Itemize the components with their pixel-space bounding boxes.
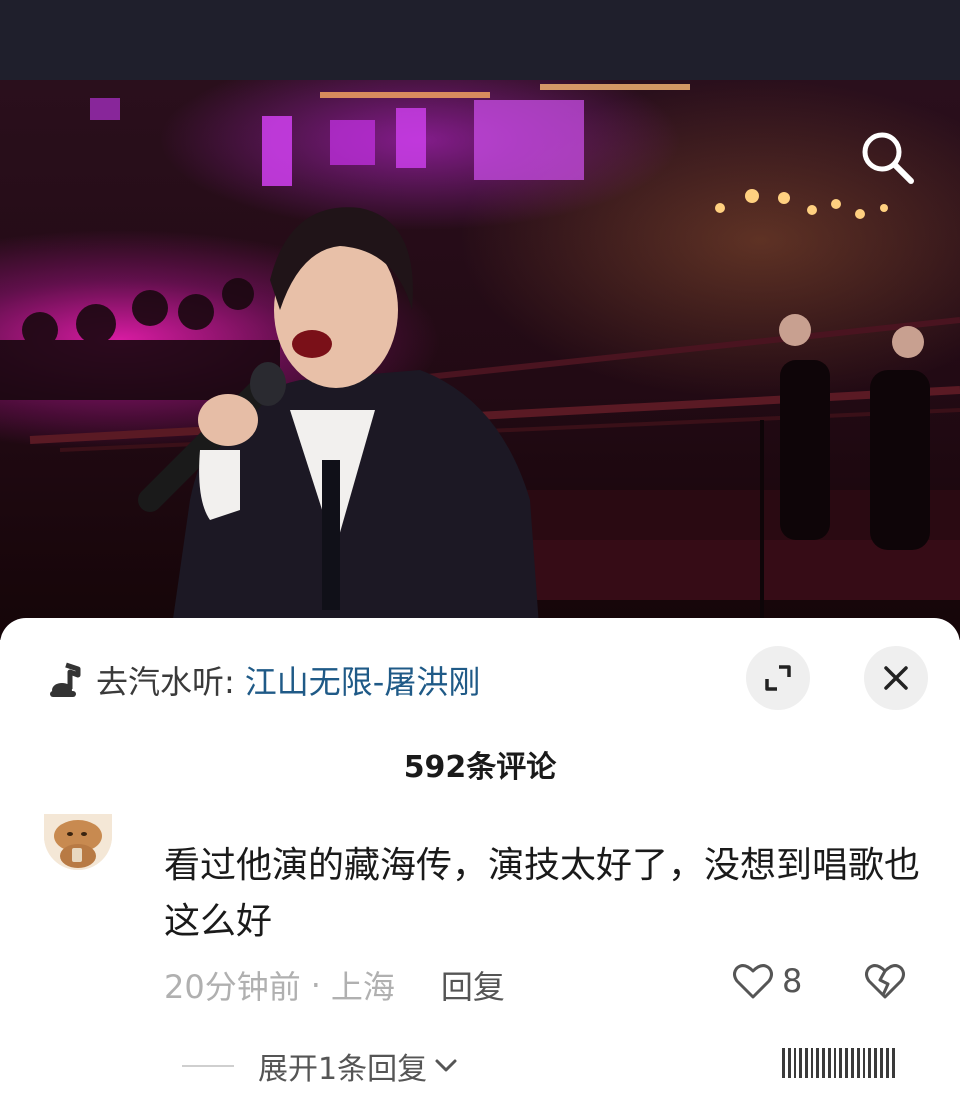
song-link[interactable]: 江山无限-屠洪刚 (245, 657, 481, 703)
close-icon (884, 666, 908, 690)
close-button[interactable] (864, 646, 928, 710)
heart-icon (733, 964, 773, 999)
chevron-down-icon (435, 1059, 457, 1072)
search-icon (862, 132, 914, 184)
reply-button[interactable]: 回复 (441, 962, 505, 1008)
comment-count: 592条评论 (403, 750, 557, 785)
capybara-avatar-image (44, 814, 112, 870)
music-link-row[interactable]: 去汽水听: 江山无限-屠洪刚 (48, 658, 480, 702)
like-count: 8 (782, 962, 803, 1000)
music-note-icon (50, 662, 81, 697)
top-bar (0, 0, 960, 80)
comment-location: 上海 (330, 968, 395, 1006)
comment-time: 20分钟前 (164, 968, 301, 1006)
meta-separator: · (310, 966, 321, 1004)
video-frame (0, 84, 960, 640)
search-button[interactable] (858, 128, 918, 188)
comment-text: 看过他演的藏海传，演技太好了，没想到唱歌也这么好 (164, 845, 921, 942)
comments-sheet: 去汽水听: 江山无限-屠洪刚 592条评论 看过他演的藏海传，演技太好了，没想到… (0, 618, 960, 1096)
expand-replies[interactable]: 展开1条回复 (182, 1044, 459, 1088)
music-prefix: 去汽水听: (96, 663, 235, 701)
dislike-button[interactable] (864, 962, 906, 1004)
avatar[interactable] (44, 814, 112, 870)
video-player[interactable] (0, 80, 960, 640)
expand-replies-label[interactable]: 展开1条回复 (258, 1044, 427, 1088)
divider-line (182, 1065, 234, 1067)
barcode-watermark (782, 1044, 942, 1082)
like-button[interactable]: 8 (732, 962, 802, 1000)
comment-meta: 20分钟前 · 上海 回复 (164, 962, 505, 1008)
expand-button[interactable] (746, 646, 810, 710)
broken-heart-icon (865, 964, 905, 999)
expand-icon (765, 665, 791, 691)
